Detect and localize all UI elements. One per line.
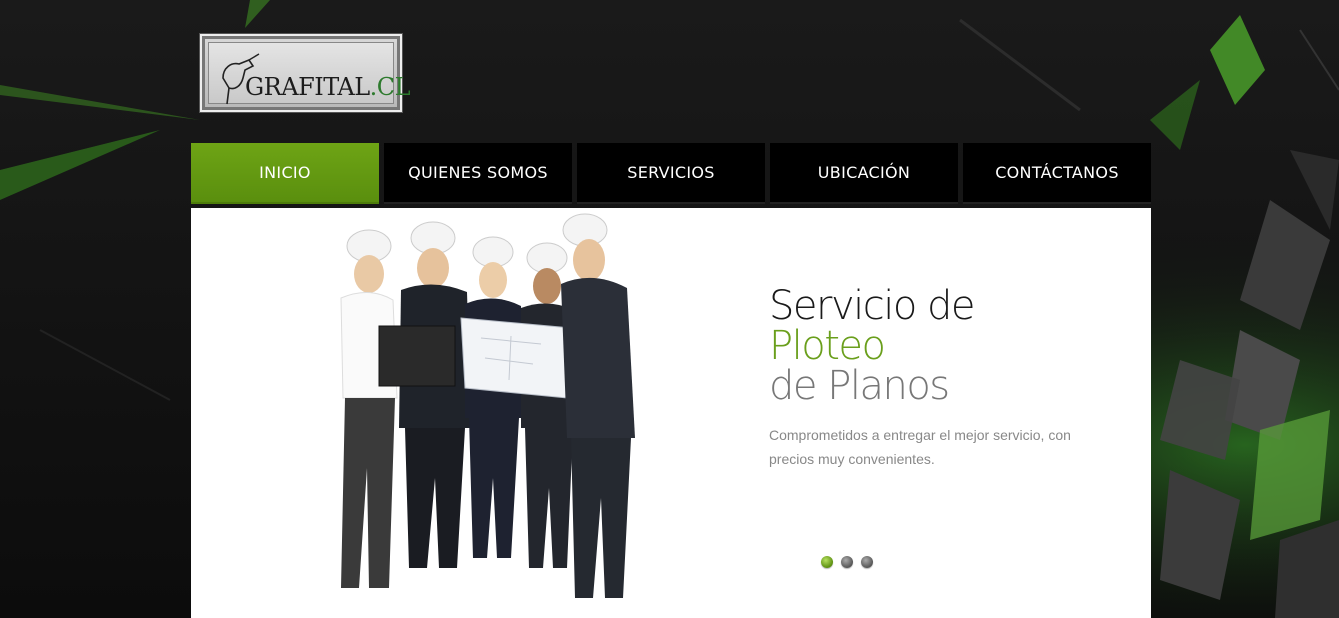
hero-slider: Servicio de Ploteo de Planos Comprometid… xyxy=(191,208,1151,618)
logo-name: GRAFITAL xyxy=(245,73,370,101)
nav-item-contactanos[interactable]: CONTÁCTANOS xyxy=(963,143,1151,204)
slide-headline: Servicio de Ploteo de Planos xyxy=(769,283,976,409)
slider-dot-2[interactable] xyxy=(841,556,853,568)
nav-item-ubicacion[interactable]: UBICACIÓN xyxy=(770,143,958,204)
headline-line-2: Ploteo xyxy=(769,323,886,369)
nav-item-servicios[interactable]: SERVICIOS xyxy=(577,143,765,204)
slider-dot-3[interactable] xyxy=(861,556,873,568)
headline-line-3: de Planos xyxy=(769,363,950,409)
headline-line-1: Servicio de xyxy=(769,283,976,329)
slide-description: Comprometidos a entregar el mejor servic… xyxy=(769,427,1071,467)
site-logo[interactable]: GRAFITAL.CL xyxy=(200,34,411,112)
main-navigation: INICIO QUIENES SOMOS SERVICIOS UBICACIÓN… xyxy=(191,143,1151,204)
nav-item-inicio[interactable]: INICIO xyxy=(191,143,379,204)
hero-image xyxy=(340,213,635,598)
logo-suffix: .CL xyxy=(369,73,411,101)
nav-item-quienes-somos[interactable]: QUIENES SOMOS xyxy=(384,143,572,204)
logo-frame: GRAFITAL.CL xyxy=(208,42,411,105)
slider-dot-1[interactable] xyxy=(821,556,833,568)
logo-text: GRAFITAL.CL xyxy=(245,73,411,101)
